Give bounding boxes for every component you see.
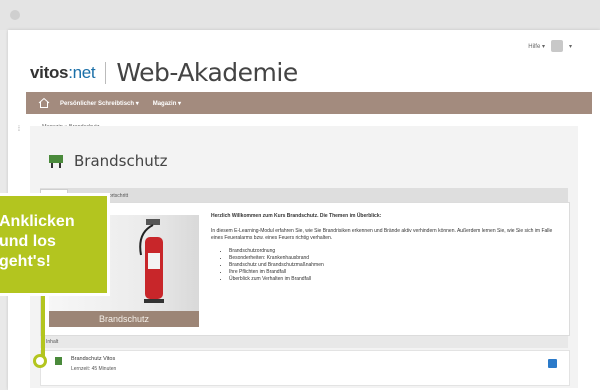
hero-caption: Brandschutz <box>49 311 199 327</box>
callout-connector <box>41 296 45 356</box>
topic-item: Überblick zum Verhalten im Brandfall <box>229 276 561 283</box>
tab-bar: Inhalt Info Lernfortschritt <box>40 188 568 202</box>
avatar[interactable] <box>550 40 563 52</box>
brand-logo: vitos:net <box>30 62 96 83</box>
main-nav: Persönlicher Schreibtisch ▾ Magazin ▾ <box>26 92 592 114</box>
course-description: Herzlich Willkommen zum Kurs Brandschutz… <box>211 213 561 283</box>
page-title: Brandschutz <box>74 152 168 170</box>
nav-magazine[interactable]: Magazin ▾ <box>153 100 181 107</box>
course-overview-panel: Brandschutz Herzlich Willkommen zum Kurs… <box>40 202 570 336</box>
window-dot-icon <box>10 10 20 20</box>
module-duration: Lernzeit: 45 Minuten <box>71 366 117 372</box>
module-action-button[interactable] <box>548 359 557 368</box>
home-icon[interactable] <box>38 97 50 109</box>
callout-text: Anklicken und los geht's! <box>0 213 75 270</box>
logo[interactable]: vitos:net Web-Akademie <box>30 58 298 87</box>
sidebar-toggle-icon[interactable]: ⁞ <box>18 126 20 133</box>
nav-personal-desk[interactable]: Persönlicher Schreibtisch ▾ <box>60 100 139 107</box>
site-title: Web-Akademie <box>116 58 298 87</box>
topic-item: Besonderheiten: Krankenhausbrand <box>229 255 561 262</box>
user-dropdown-caret[interactable]: ▾ <box>569 43 572 50</box>
brand-name: vitos <box>30 62 69 82</box>
description-heading: Herzlich Willkommen zum Kurs Brandschutz… <box>211 213 382 219</box>
module-icon <box>55 357 62 365</box>
course-icon <box>48 154 64 168</box>
topic-list: Brandschutzordnung Besonderheiten: Krank… <box>221 248 561 283</box>
description-text: In diesem E-Learning-Modul erfahren Sie,… <box>211 228 553 241</box>
brand-suffix: :net <box>68 62 96 82</box>
topic-item: Brandschutz und Brandschutzmaßnahmen <box>229 262 561 269</box>
module-title[interactable]: Brandschutz Vitos <box>71 356 115 362</box>
logo-divider <box>105 61 107 84</box>
main-content: Brandschutz Inhalt Info Lernfortschritt … <box>30 126 578 388</box>
callout-pointer-dot <box>33 354 47 368</box>
page-heading: Brandschutz <box>48 152 168 170</box>
user-menu: Hilfe ▾ ▾ <box>528 40 572 52</box>
call-to-action-callout: Anklicken und los geht's! <box>0 193 110 296</box>
help-menu[interactable]: Hilfe ▾ <box>528 43 545 50</box>
topic-item: Ihre Pflichten im Brandfall <box>229 269 561 276</box>
topic-item: Brandschutzordnung <box>229 248 561 255</box>
content-section-header: Inhalt <box>40 336 568 348</box>
browser-chrome <box>0 0 600 30</box>
list-item[interactable]: Brandschutz Vitos Lernzeit: 45 Minuten <box>40 350 570 386</box>
